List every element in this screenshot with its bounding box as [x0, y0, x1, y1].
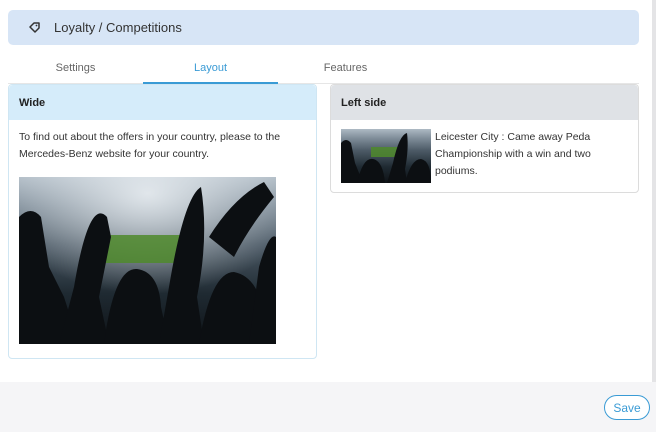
scrollbar[interactable]: [652, 0, 656, 382]
left-side-card-heading: Left side: [331, 85, 638, 120]
save-button[interactable]: Save: [604, 395, 650, 420]
wide-card-text: To find out about the offers in your cou…: [19, 131, 281, 160]
content-panel: Loyalty / Competitions Settings Layout F…: [0, 0, 652, 382]
tab-features[interactable]: Features: [278, 56, 413, 84]
stadium-crowd-image: [19, 177, 276, 344]
stadium-crowd-thumbnail: [341, 129, 431, 183]
breadcrumb: Loyalty / Competitions: [8, 10, 639, 45]
tag-icon: [28, 21, 42, 35]
tab-bar: Settings Layout Features: [8, 56, 639, 84]
breadcrumb-title: Loyalty / Competitions: [54, 20, 182, 35]
article-text: Leicester City : Came away Peda Champion…: [435, 131, 591, 177]
wide-card: Wide To find out about the offers in you…: [8, 84, 317, 359]
tab-layout[interactable]: Layout: [143, 56, 278, 84]
wide-card-heading: Wide: [9, 85, 316, 120]
left-side-card: Left side Leicester City : Came away Ped…: [330, 84, 639, 193]
tab-settings[interactable]: Settings: [8, 56, 143, 84]
